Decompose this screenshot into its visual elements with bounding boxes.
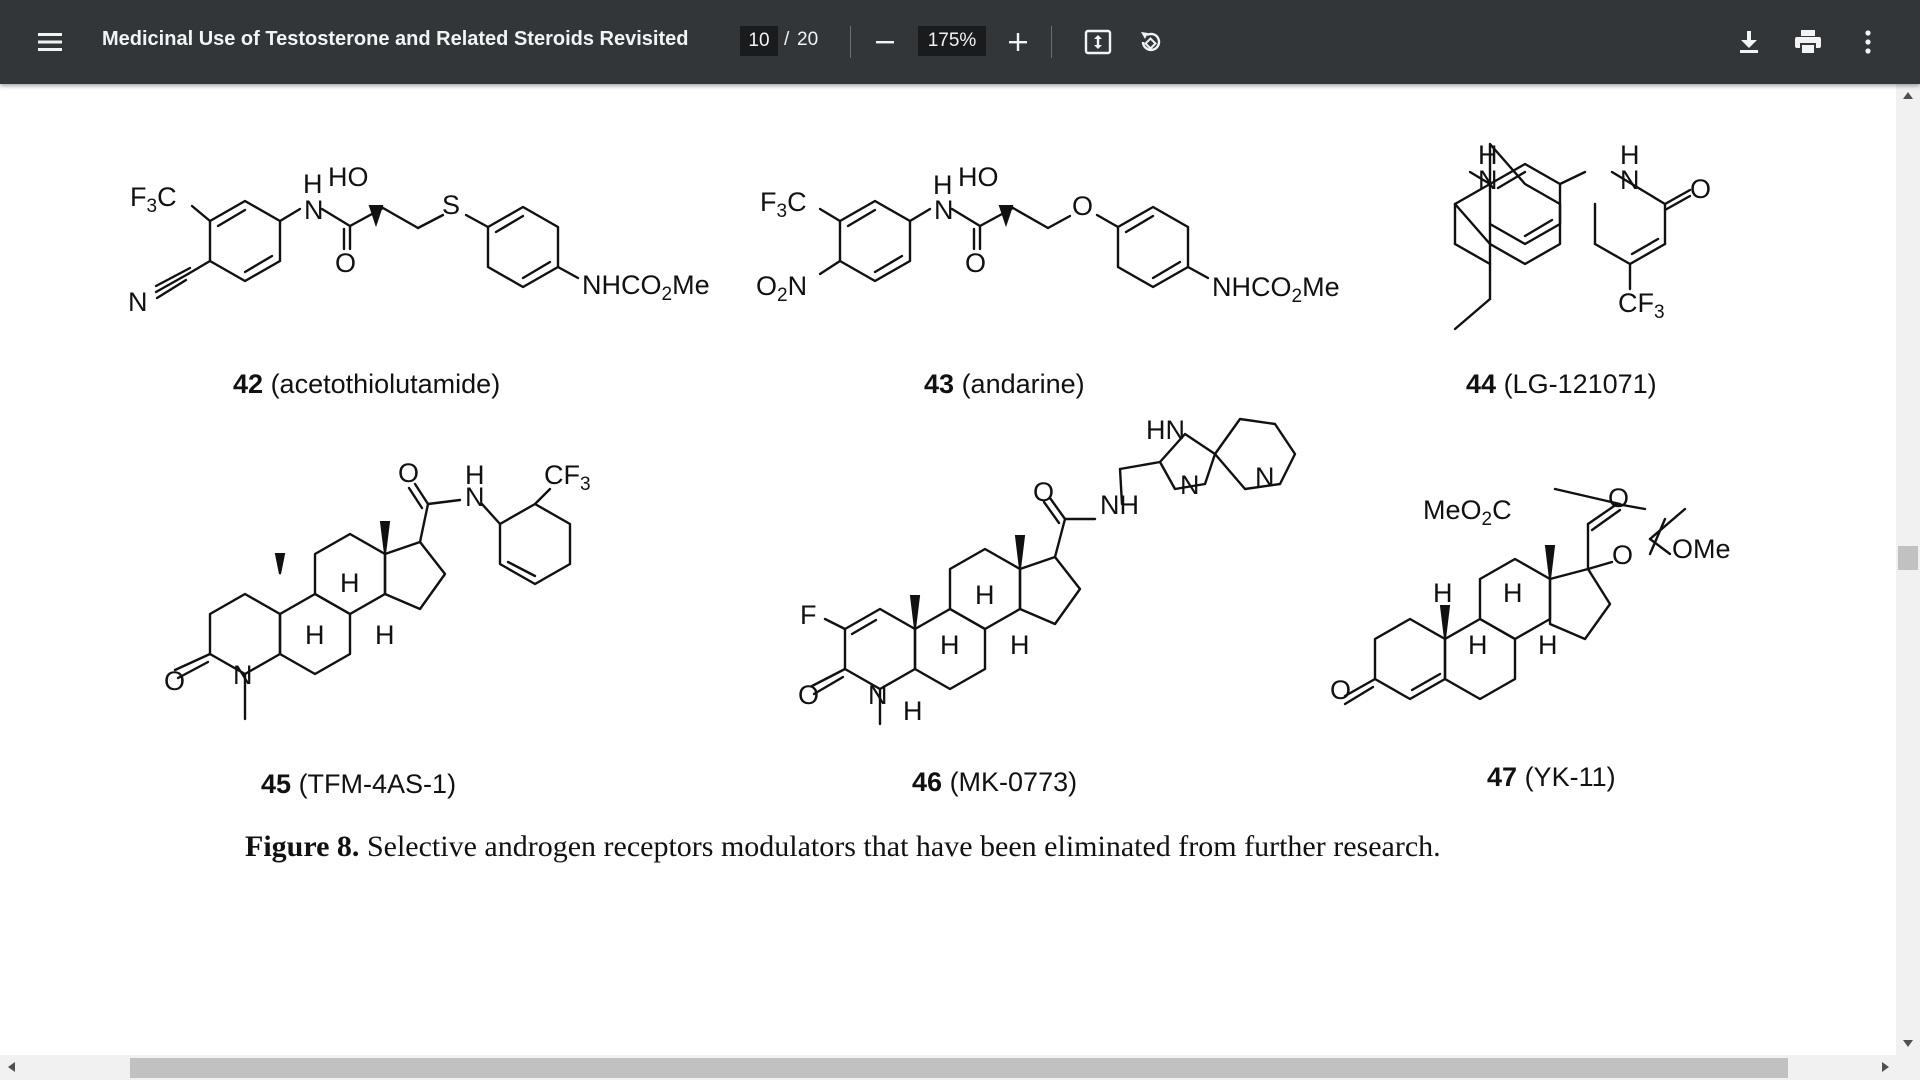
- download-button[interactable]: [1729, 22, 1769, 62]
- svg-text:NHCO2Me: NHCO2Me: [1212, 272, 1340, 307]
- scroll-down-arrow[interactable]: [1903, 1040, 1913, 1047]
- print-icon: [1795, 30, 1821, 55]
- horizontal-scrollbar-thumb[interactable]: [130, 1058, 1788, 1078]
- svg-text:NH: NH: [1100, 490, 1139, 520]
- fit-to-page-icon: [1084, 29, 1112, 55]
- zoom-out-button[interactable]: [865, 22, 905, 62]
- toolbar-divider: [850, 26, 851, 58]
- svg-text:O: O: [1690, 174, 1711, 204]
- svg-text:O: O: [1033, 477, 1054, 507]
- svg-text:H: H: [1010, 630, 1030, 660]
- toolbar-divider: [1051, 26, 1052, 58]
- svg-text:MeO2C: MeO2C: [1423, 495, 1512, 530]
- svg-text:F3C: F3C: [130, 182, 177, 217]
- svg-text:O: O: [1330, 675, 1351, 705]
- page-number-input[interactable]: [740, 26, 778, 56]
- figure-caption: Figure 8. Selective androgen receptors m…: [245, 830, 1441, 864]
- fit-to-page-button[interactable]: [1078, 22, 1118, 62]
- svg-text:N: N: [304, 195, 324, 225]
- svg-text:F3C: F3C: [760, 187, 807, 222]
- svg-text:H: H: [1468, 630, 1488, 660]
- svg-text:H: H: [1503, 578, 1523, 608]
- svg-text:H: H: [305, 620, 325, 650]
- pdf-toolbar: Medicinal Use of Testosterone and Relate…: [0, 0, 1920, 84]
- svg-text:CF3: CF3: [1618, 288, 1665, 323]
- chemical-structures-figure: F3C N H HO N O S NHCO2Me F3C O2N H HO N …: [128, 140, 1731, 726]
- svg-text:F: F: [800, 600, 817, 630]
- compound-label-42: 42 (acetothiolutamide): [233, 369, 501, 399]
- vertical-scrollbar-thumb[interactable]: [1898, 546, 1918, 570]
- compound-label-45: 45 (TFM-4AS-1): [261, 769, 457, 799]
- svg-text:NHCO2Me: NHCO2Me: [582, 270, 710, 305]
- print-button[interactable]: [1788, 22, 1828, 62]
- svg-text:H: H: [940, 630, 960, 660]
- compound-label-47: 47 (YK-11): [1487, 762, 1616, 792]
- rotate-button[interactable]: [1131, 22, 1171, 62]
- more-actions-button[interactable]: [1848, 22, 1888, 62]
- figure-caption-text: Selective androgen receptors modulators …: [359, 830, 1441, 863]
- svg-text:O: O: [1612, 540, 1633, 570]
- svg-text:OMe: OMe: [1672, 534, 1731, 564]
- svg-text:N: N: [1620, 165, 1640, 195]
- svg-text:O: O: [164, 666, 185, 696]
- compound-label-43: 43 (andarine): [924, 369, 1085, 399]
- svg-text:H: H: [1538, 630, 1558, 660]
- figure-caption-label: Figure 8.: [245, 830, 360, 863]
- svg-text:O: O: [798, 680, 819, 710]
- document-title: Medicinal Use of Testosterone and Relate…: [102, 28, 689, 50]
- svg-text:N: N: [1478, 165, 1498, 195]
- compound-label-44: 44 (LG-121071): [1466, 369, 1657, 399]
- svg-text:O2N: O2N: [756, 271, 807, 306]
- svg-text:O: O: [398, 458, 419, 488]
- page-total: 20: [797, 29, 819, 50]
- svg-text:O: O: [335, 248, 356, 278]
- svg-text:H: H: [903, 696, 923, 726]
- svg-text:HN: HN: [1146, 415, 1185, 445]
- svg-text:N: N: [934, 195, 954, 225]
- svg-text:N: N: [868, 680, 888, 710]
- svg-text:O: O: [1072, 191, 1093, 221]
- minus-icon: [876, 41, 894, 44]
- svg-text:H: H: [375, 620, 395, 650]
- svg-text:S: S: [442, 190, 460, 220]
- svg-text:O: O: [1608, 483, 1629, 513]
- svg-text:N: N: [128, 287, 148, 317]
- svg-text:H: H: [975, 580, 995, 610]
- zoom-in-button[interactable]: [998, 22, 1038, 62]
- svg-text:H: H: [1433, 578, 1453, 608]
- plus-icon: [1009, 33, 1027, 51]
- hamburger-menu-icon: [38, 33, 62, 51]
- svg-text:N: N: [1255, 462, 1275, 492]
- page-separator: /: [784, 29, 790, 50]
- scroll-right-arrow[interactable]: [1882, 1062, 1889, 1072]
- rotate-counterclockwise-icon: [1141, 32, 1161, 52]
- svg-text:HO: HO: [328, 162, 369, 192]
- menu-button[interactable]: [30, 22, 70, 62]
- scroll-left-arrow[interactable]: [8, 1062, 15, 1072]
- compound-label-46: 46 (MK-0773): [912, 767, 1078, 797]
- pdf-viewer[interactable]: F3C N H HO N O S NHCO2Me F3C O2N H HO N …: [0, 84, 1896, 1055]
- svg-text:O: O: [965, 248, 986, 278]
- svg-text:HO: HO: [958, 162, 999, 192]
- scroll-up-arrow[interactable]: [1903, 92, 1913, 99]
- svg-text:N: N: [233, 660, 253, 690]
- svg-text:N: N: [465, 482, 485, 512]
- svg-text:CF3: CF3: [544, 460, 591, 495]
- zoom-level-input[interactable]: [918, 26, 986, 56]
- svg-text:H: H: [340, 568, 360, 598]
- more-vertical-icon: [1865, 30, 1871, 54]
- svg-text:N: N: [1180, 470, 1200, 500]
- download-icon: [1740, 31, 1758, 53]
